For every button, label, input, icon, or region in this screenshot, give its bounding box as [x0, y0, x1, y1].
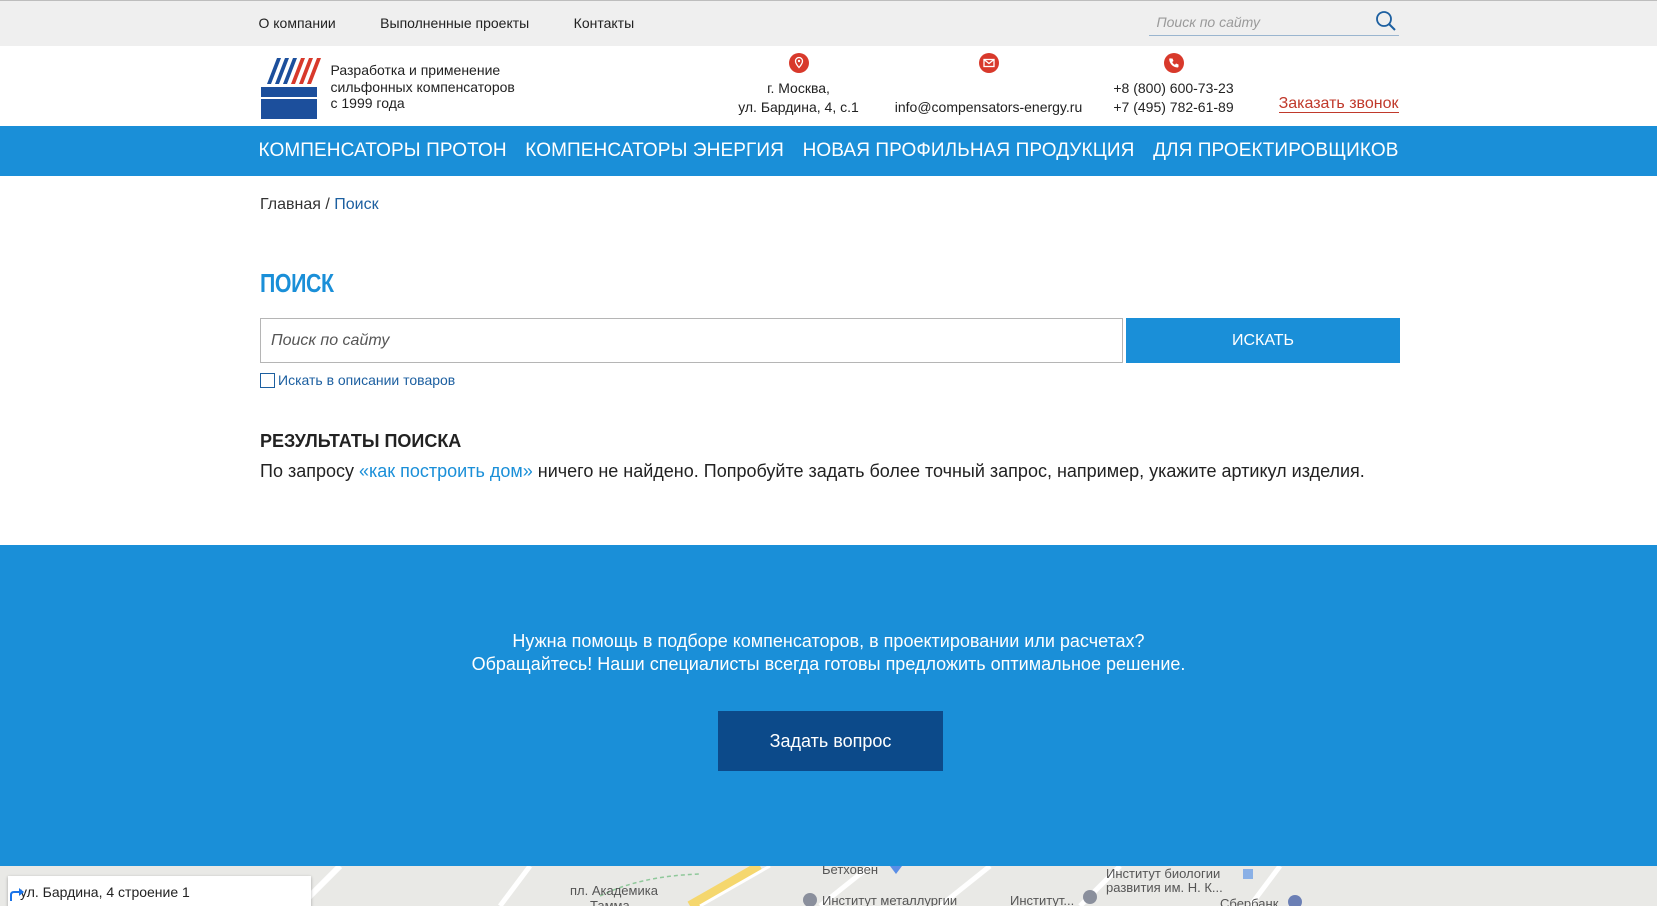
ask-question-button[interactable]: Задать вопрос	[718, 711, 943, 771]
results-query-link[interactable]: «как построить дом»	[359, 461, 533, 481]
map-embed[interactable]: пл. Академика Тамма Бетховен Институт ме…	[0, 866, 1657, 906]
map-address: ул. Бардина, 4 строение 1	[20, 884, 190, 900]
breadcrumb: Главная / Поиск	[260, 196, 379, 214]
map-address-card[interactable]: ул. Бардина, 4 строение 1	[8, 876, 311, 906]
results-title: Результаты поиска	[260, 431, 462, 451]
map-label: Сбербанк	[1220, 896, 1279, 906]
help-line-1: Нужна помощь в подборе компенсаторов, в …	[512, 631, 1145, 651]
main-content: Главная / Поиск ПОИСК ИСКАТЬ Искать в оп…	[260, 0, 1400, 545]
map-label: Тамма	[590, 898, 630, 906]
breadcrumb-current: Поиск	[334, 196, 379, 213]
page-title: ПОИСК	[260, 268, 334, 298]
map-label: развития им. Н. К...	[1106, 880, 1223, 895]
help-line-2: Обращайтесь! Наши специалисты всегда гот…	[471, 654, 1186, 674]
map-label: пл. Академика	[570, 883, 658, 898]
search-form: ИСКАТЬ	[260, 318, 1400, 363]
map-label: Бетховен	[822, 866, 879, 877]
breadcrumb-home[interactable]: Главная	[260, 196, 321, 213]
search-input[interactable]	[260, 318, 1123, 363]
search-descriptions-checkbox[interactable]	[260, 372, 275, 388]
map-label: Институт биологии	[1106, 866, 1221, 881]
map-label: Институт...	[1010, 893, 1075, 906]
help-section: Нужна помощь в подборе компенсаторов, в …	[0, 545, 1657, 866]
breadcrumb-separator: /	[325, 196, 330, 213]
map-label: Институт металлургии	[822, 893, 958, 906]
directions-icon[interactable]	[8, 886, 26, 904]
results-message: По запросу «как построить дом» ничего не…	[260, 461, 1365, 481]
search-button[interactable]: ИСКАТЬ	[1126, 318, 1400, 363]
search-descriptions-option[interactable]: Искать в описании товаров	[260, 372, 455, 388]
search-descriptions-label: Искать в описании товаров	[278, 372, 456, 388]
